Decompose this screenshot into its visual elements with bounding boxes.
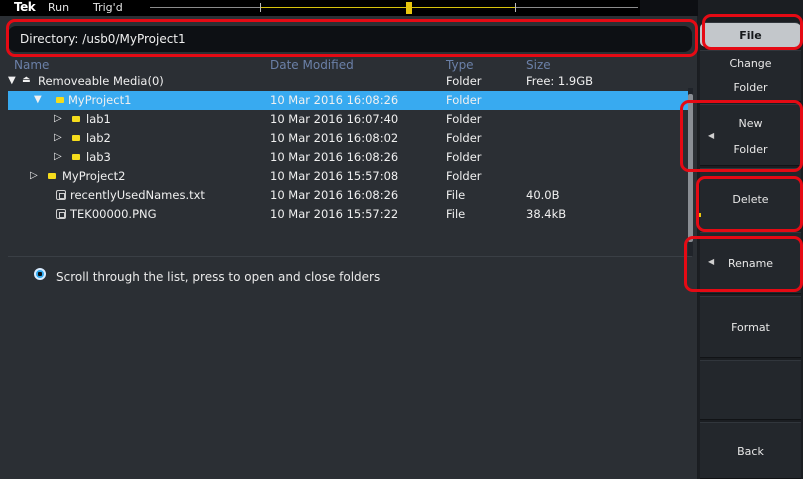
file-browser-panel: Directory: /usb0/MyProject1 Name Date Mo… — [0, 16, 698, 479]
file-button-label: File — [739, 29, 762, 42]
side-menu: File Change Folder ◀ New Folder Delete ◀… — [698, 0, 803, 479]
folder-icon — [48, 173, 56, 179]
file-type: Folder — [446, 150, 482, 164]
scrollbar[interactable] — [688, 88, 693, 256]
directory-bar: Directory: /usb0/MyProject1 — [8, 26, 692, 52]
trigger-marker-icon — [406, 2, 412, 14]
back-label: Back — [737, 445, 764, 458]
rename-button[interactable]: ◀ Rename — [700, 232, 801, 294]
file-name: MyProject2 — [62, 169, 126, 183]
level-marker-icon — [698, 213, 701, 217]
table-row[interactable]: ▼ ⏏ Removeable Media(0) Folder Free: 1.9… — [8, 72, 688, 91]
new-folder-label-2: Folder — [733, 143, 768, 156]
record-tick-right — [515, 3, 516, 12]
file-date: 10 Mar 2016 16:08:26 — [270, 150, 399, 164]
record-tick-left — [260, 3, 261, 12]
table-row[interactable]: ▷ lab1 10 Mar 2016 16:07:40 Folder — [8, 110, 688, 129]
record-view — [150, 0, 638, 16]
table-row[interactable]: TEK00000.PNG 10 Mar 2016 15:57:22 File 3… — [8, 205, 688, 224]
run-state: Run — [48, 1, 70, 14]
folder-icon — [56, 97, 64, 103]
left-arrow-icon: ◀ — [708, 131, 715, 140]
column-header-date[interactable]: Date Modified — [270, 58, 354, 72]
file-date: 10 Mar 2016 15:57:22 — [270, 207, 399, 221]
column-header-name[interactable]: Name — [14, 58, 49, 72]
file-name: MyProject1 — [68, 93, 132, 107]
collapsed-arrow-icon[interactable]: ▷ — [30, 170, 38, 181]
expanded-arrow-icon[interactable]: ▼ — [8, 75, 16, 86]
format-label: Format — [731, 321, 770, 334]
file-icon — [56, 190, 66, 200]
file-name: recentlyUsedNames.txt — [70, 188, 205, 202]
table-row-selected[interactable]: ▼ MyProject1 10 Mar 2016 16:08:26 Folder — [8, 91, 688, 110]
file-name: lab2 — [86, 131, 111, 145]
file-type: File — [446, 207, 466, 221]
back-button[interactable]: Back — [700, 422, 801, 479]
rename-label: Rename — [727, 257, 774, 270]
file-type: Folder — [446, 74, 482, 88]
column-header-type[interactable]: Type — [446, 58, 474, 72]
collapsed-arrow-icon[interactable]: ▷ — [54, 132, 62, 143]
empty-side-slot — [700, 360, 801, 420]
tek-logo: Tek — [14, 0, 36, 14]
change-folder-label-1: Change — [729, 57, 772, 70]
file-name: lab3 — [86, 150, 111, 164]
divider — [8, 256, 692, 257]
file-type: Folder — [446, 131, 482, 145]
file-date: 10 Mar 2016 16:07:40 — [270, 112, 399, 126]
scrollbar-thumb[interactable] — [688, 94, 693, 242]
hint-text: Scroll through the list, press to open a… — [56, 270, 381, 284]
file-date: 10 Mar 2016 16:08:02 — [270, 131, 399, 145]
delete-label: Delete — [732, 193, 769, 206]
image-file-icon — [56, 209, 66, 219]
file-type: Folder — [446, 169, 482, 183]
directory-path: Directory: /usb0/MyProject1 — [20, 32, 186, 46]
file-type: Folder — [446, 112, 482, 126]
format-button[interactable]: Format — [700, 296, 801, 358]
collapsed-arrow-icon[interactable]: ▷ — [54, 113, 62, 124]
record-window — [260, 7, 515, 8]
file-date: 10 Mar 2016 16:08:26 — [270, 188, 399, 202]
collapsed-arrow-icon[interactable]: ▷ — [54, 151, 62, 162]
file-size: 38.4kB — [526, 207, 567, 221]
table-row[interactable]: recentlyUsedNames.txt 10 Mar 2016 16:08:… — [8, 186, 688, 205]
drive-icon: ⏏ — [22, 75, 31, 85]
column-header-size[interactable]: Size — [526, 58, 551, 72]
folder-icon — [72, 135, 80, 141]
file-name: lab1 — [86, 112, 111, 126]
table-row[interactable]: ▷ MyProject2 10 Mar 2016 15:57:08 Folder — [8, 167, 688, 186]
file-size: Free: 1.9GB — [526, 74, 594, 88]
change-folder-label-2: Folder — [733, 81, 768, 94]
folder-icon — [72, 154, 80, 160]
trigger-state: Trig'd — [93, 1, 123, 14]
multipurpose-knob-icon — [34, 268, 46, 280]
file-type: File — [446, 188, 466, 202]
status-bar: Tek Run Trig'd — [0, 0, 700, 16]
table-row[interactable]: ▷ lab2 10 Mar 2016 16:08:02 Folder — [8, 129, 688, 148]
status-icons-area — [640, 0, 700, 16]
file-type: Folder — [446, 93, 482, 107]
file-name: TEK00000.PNG — [70, 207, 157, 221]
expanded-arrow-icon[interactable]: ▼ — [34, 94, 42, 105]
delete-button[interactable]: Delete — [700, 168, 801, 230]
change-folder-button[interactable]: Change Folder — [700, 50, 801, 102]
file-list: ▼ ⏏ Removeable Media(0) Folder Free: 1.9… — [8, 72, 688, 224]
new-folder-label-1: New — [738, 117, 763, 130]
new-folder-button[interactable]: ◀ New Folder — [700, 104, 801, 166]
file-name: Removeable Media(0) — [38, 74, 164, 88]
file-button[interactable]: File — [700, 22, 801, 48]
file-size: 40.0B — [526, 188, 560, 202]
file-date: 10 Mar 2016 15:57:08 — [270, 169, 399, 183]
file-date: 10 Mar 2016 16:08:26 — [270, 93, 399, 107]
knob-center — [38, 272, 42, 276]
folder-icon — [72, 116, 80, 122]
table-row[interactable]: ▷ lab3 10 Mar 2016 16:08:26 Folder — [8, 148, 688, 167]
